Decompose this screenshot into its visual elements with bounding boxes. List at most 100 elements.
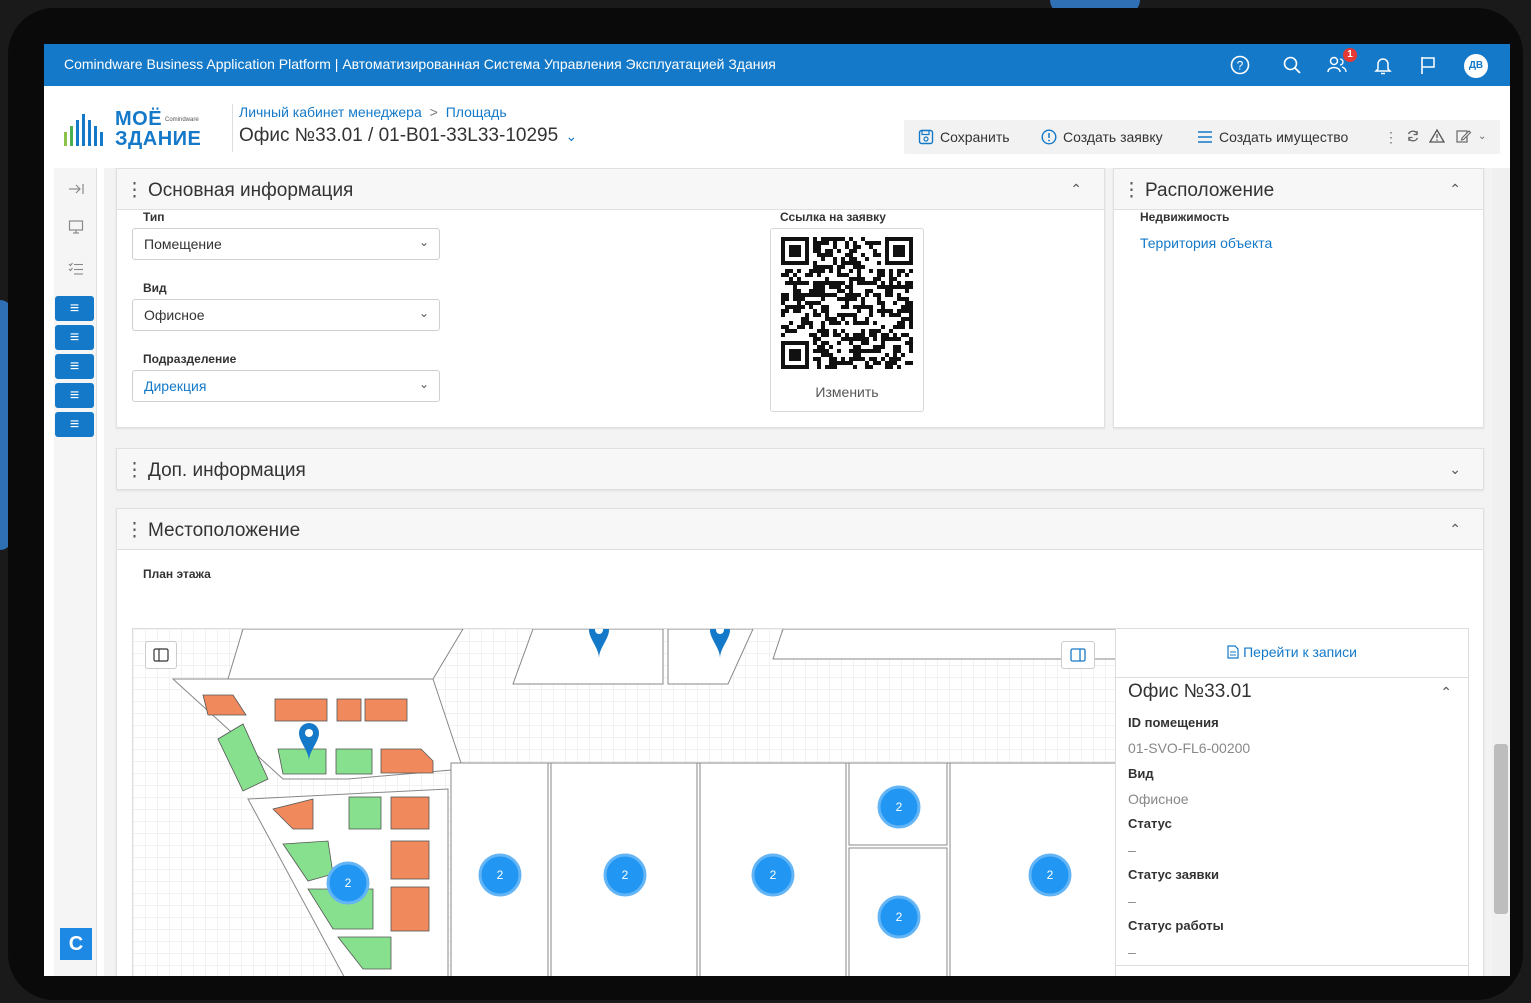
svg-text:2: 2 <box>497 868 504 882</box>
svg-text:2: 2 <box>770 868 777 882</box>
save-icon <box>918 129 934 145</box>
info-circle-icon <box>1041 129 1057 145</box>
list-icon: ≡ <box>69 386 80 404</box>
work-status-value: – <box>1128 944 1136 960</box>
create-request-button[interactable]: Создать заявку <box>1041 129 1163 145</box>
kind-label: Вид <box>143 281 167 295</box>
rail-nav-button-5[interactable]: ≡ <box>55 412 94 437</box>
list-icon: ≡ <box>69 357 80 375</box>
position-title: Местоположение <box>148 520 301 541</box>
record-toolbar: Сохранить Создать заявку Создать имущест… <box>904 120 1500 154</box>
rail-nav-button-3[interactable]: ≡ <box>55 354 94 379</box>
page-title[interactable]: Офис №33.01 / 01-B01-33L33-10295 ⌄ <box>239 125 577 147</box>
kind-select[interactable]: Офисное ⌄ <box>132 299 440 331</box>
create-request-label: Создать заявку <box>1063 129 1163 145</box>
save-button[interactable]: Сохранить <box>918 129 1010 145</box>
division-select[interactable]: Дирекция ⌄ <box>132 370 440 402</box>
request-status-value: – <box>1128 893 1136 909</box>
chevron-up-icon[interactable]: ⌃ <box>1440 684 1452 701</box>
breadcrumb-link-cabinet[interactable]: Личный кабинет менеджера <box>239 104 422 120</box>
drag-handle-icon[interactable]: ⋮ <box>125 520 144 541</box>
room-id-label: ID помещения <box>1128 715 1219 730</box>
room-id-value: 01-SVO-FL6-00200 <box>1128 740 1251 756</box>
list-icon: ≡ <box>69 415 80 433</box>
qr-code-image <box>781 237 913 369</box>
location-header[interactable]: ⋮ Расположение ⌃ <box>1114 169 1483 210</box>
chevron-down-icon[interactable]: ⌄ <box>1478 131 1486 142</box>
record-title-text: Офис №33.01 / 01-B01-33L33-10295 <box>239 125 559 146</box>
drag-handle-icon[interactable]: ⋮ <box>125 180 144 201</box>
chevron-up-icon[interactable]: ⌃ <box>1070 181 1082 198</box>
request-status-label: Статус заявки <box>1128 867 1220 882</box>
room-kind-value: Офисное <box>1128 791 1189 807</box>
map-cluster-marker[interactable]: 2 <box>877 895 921 939</box>
rail-nav-button-2[interactable]: ≡ <box>55 325 94 350</box>
chevron-down-icon[interactable]: ⌄ <box>1449 461 1461 478</box>
help-icon[interactable]: ? <box>1229 54 1251 76</box>
drag-handle-icon[interactable]: ⋮ <box>125 460 144 481</box>
app-title: Comindware Business Application Platform… <box>64 56 776 72</box>
map-cluster-marker[interactable]: 2 <box>751 853 795 897</box>
search-icon[interactable] <box>1281 54 1303 76</box>
main-content: ⋮ Основная информация ⌃ Тип Помещение ⌄ В… <box>104 168 1494 976</box>
drag-handle-icon[interactable]: ⋮ <box>1122 180 1141 201</box>
extra-info-panel: ⋮ Доп. информация ⌄ <box>116 448 1484 490</box>
kind-value: Офисное <box>144 307 205 323</box>
type-value: Помещение <box>144 236 222 252</box>
type-select[interactable]: Помещение ⌄ <box>132 228 440 260</box>
chevron-down-icon[interactable]: ⌄ <box>565 128 577 144</box>
qr-change-button[interactable]: Изменить <box>771 384 923 400</box>
flag-icon[interactable] <box>1417 54 1439 76</box>
rail-nav-button-1[interactable]: ≡ <box>55 296 94 321</box>
logo-text-line2: ЗДАНИЕ <box>115 128 202 150</box>
left-rail: ≡ ≡ ≡ ≡ ≡ C <box>54 168 97 976</box>
map-cluster-marker[interactable]: 2 <box>478 853 522 897</box>
floor-plan-label: План этажа <box>143 567 211 581</box>
left-panel-toggle-icon[interactable] <box>145 641 177 669</box>
rail-nav-button-4[interactable]: ≡ <box>55 383 94 408</box>
checklist-icon[interactable] <box>65 258 87 280</box>
bell-icon[interactable] <box>1372 54 1394 76</box>
type-label: Тип <box>143 210 165 224</box>
breadcrumb-link-area[interactable]: Площадь <box>446 104 507 120</box>
realty-label: Недвижимость <box>1140 210 1230 224</box>
edit-icon[interactable]: ⌄ <box>1456 129 1486 143</box>
extra-info-header[interactable]: ⋮ Доп. информация ⌄ <box>117 449 1483 489</box>
map-cluster-marker[interactable]: 2 <box>877 785 921 829</box>
more-menu-icon[interactable]: ⋮ <box>1384 129 1398 146</box>
floor-plan-map[interactable]: 2 2 2 2 2 2 2 <box>132 620 1118 976</box>
goto-record-link[interactable]: Перейти к записи <box>1116 644 1468 660</box>
app-logo: МОЁ Comindware ЗДАНИЕ <box>62 108 212 152</box>
list-icon: ≡ <box>69 328 80 346</box>
main-info-header[interactable]: ⋮ Основная информация ⌃ <box>117 169 1104 210</box>
map-cluster-marker[interactable]: 2 <box>326 861 370 905</box>
save-label: Сохранить <box>940 129 1010 145</box>
room-status-value: – <box>1128 842 1136 858</box>
chevron-up-icon[interactable]: ⌃ <box>1449 181 1461 198</box>
refresh-icon[interactable] <box>1406 129 1420 143</box>
room-title: Офис №33.01 <box>1128 681 1252 702</box>
map-cluster-marker[interactable]: 2 <box>603 853 647 897</box>
division-label: Подразделение <box>143 352 237 366</box>
page-scrollbar-thumb[interactable] <box>1494 744 1508 914</box>
divider <box>1116 677 1468 678</box>
qr-link-label: Ссылка на заявку <box>780 210 886 224</box>
location-panel: ⋮ Расположение ⌃ Недвижимость Территория … <box>1113 168 1484 428</box>
divider <box>1116 965 1468 966</box>
realty-link[interactable]: Территория объекта <box>1140 235 1272 251</box>
division-value[interactable]: Дирекция <box>144 378 206 394</box>
monitor-icon[interactable] <box>65 216 87 238</box>
logo-bars-icon <box>64 114 103 146</box>
svg-text:2: 2 <box>1047 868 1054 882</box>
avatar[interactable]: ДВ <box>1464 54 1488 78</box>
create-asset-button[interactable]: Создать имущество <box>1197 129 1348 145</box>
header-divider <box>232 104 233 152</box>
right-panel-toggle-icon[interactable] <box>1061 641 1095 669</box>
warning-icon[interactable] <box>1429 129 1445 143</box>
position-header[interactable]: ⋮ Местоположение ⌃ <box>117 509 1483 550</box>
work-status-label: Статус работы <box>1128 918 1224 933</box>
map-cluster-marker[interactable]: 2 <box>1028 853 1072 897</box>
comindware-logo[interactable]: C <box>60 928 92 960</box>
collapse-arrow-icon[interactable] <box>65 178 87 200</box>
chevron-up-icon[interactable]: ⌃ <box>1449 521 1461 538</box>
